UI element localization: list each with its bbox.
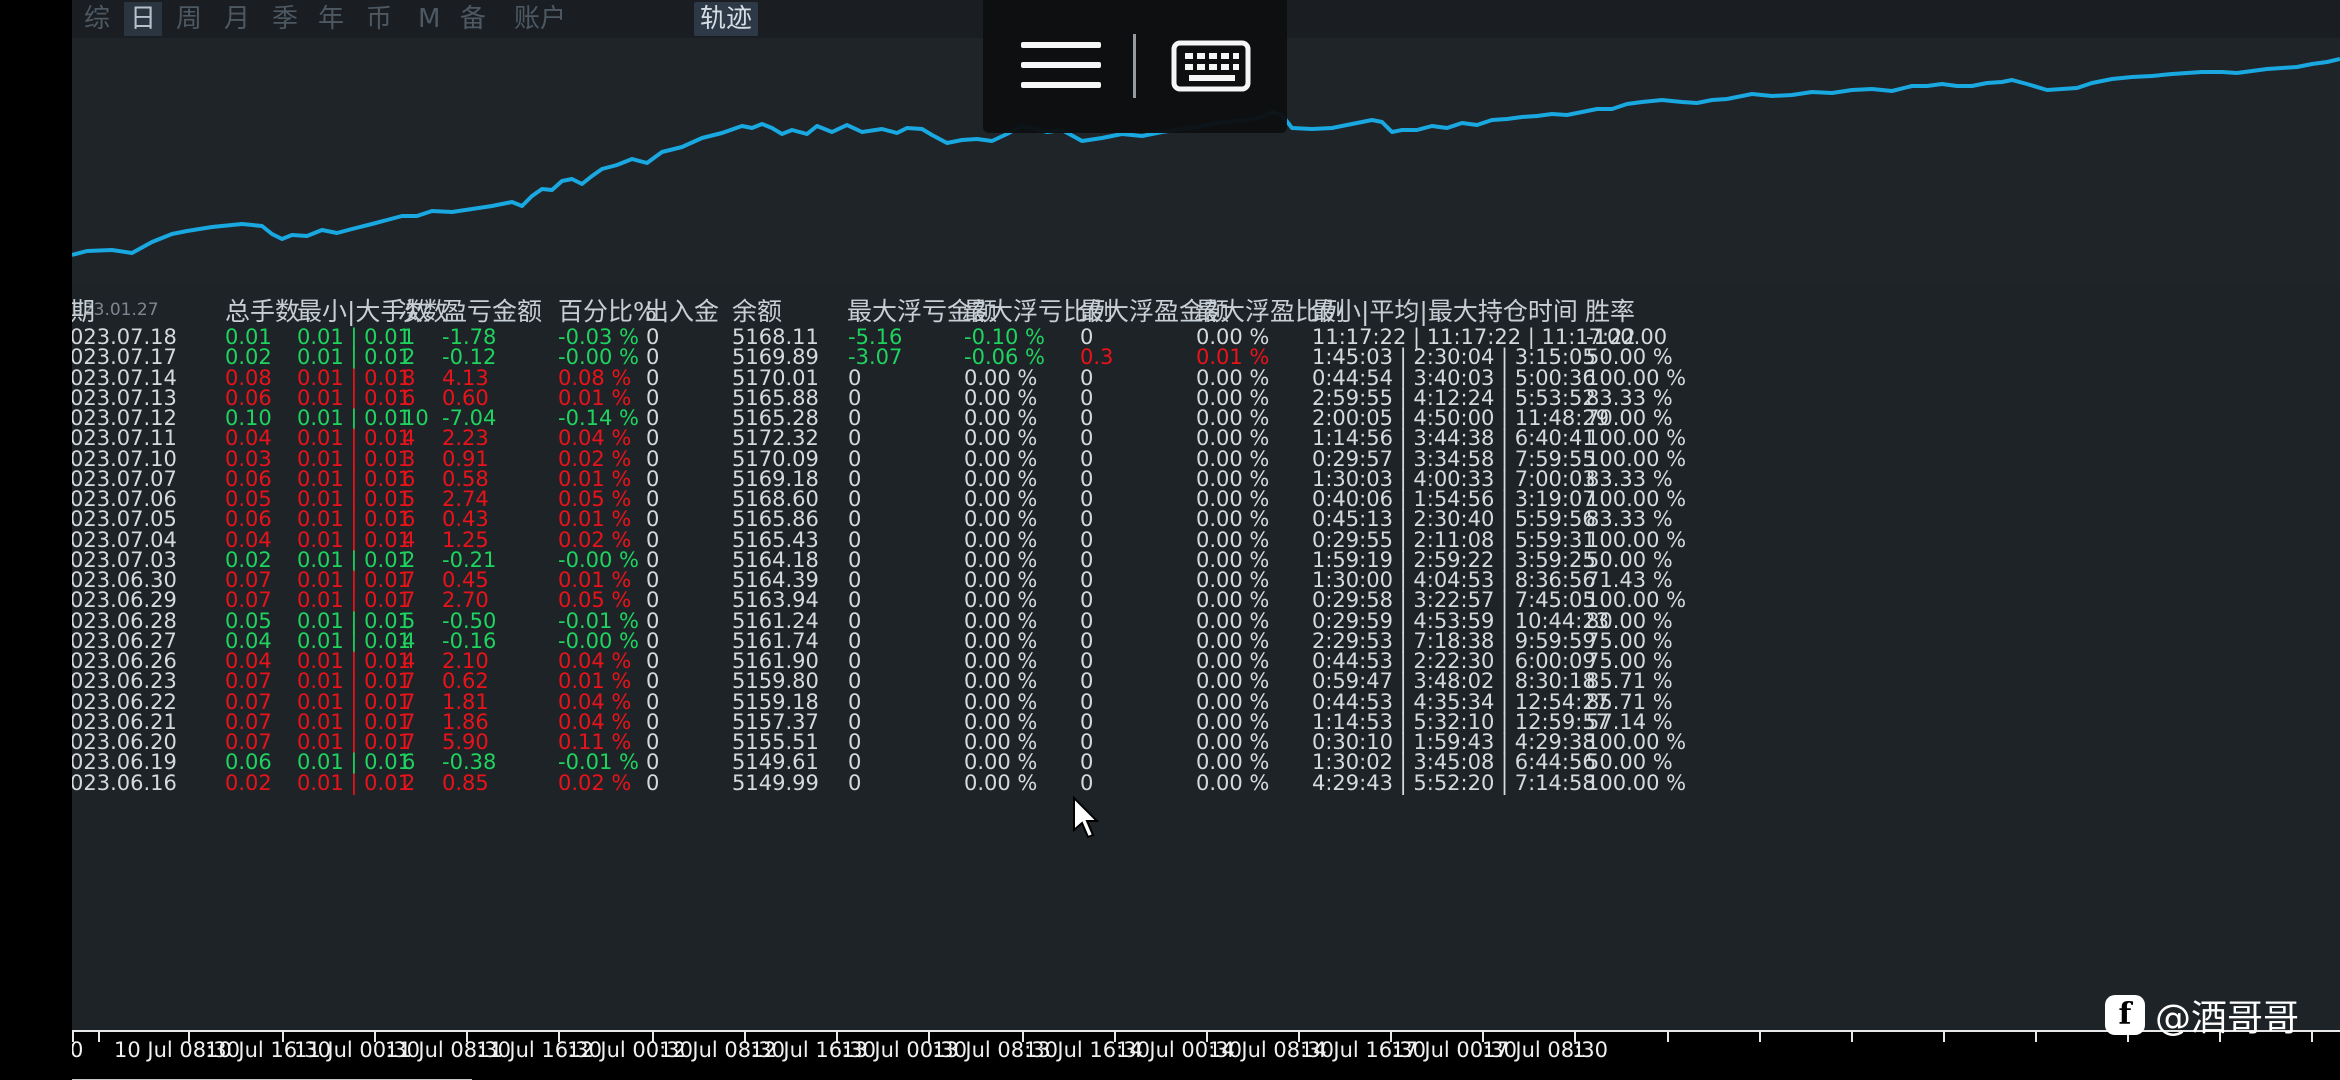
- period-tab-7[interactable]: M: [412, 2, 446, 36]
- period-tab-2[interactable]: 周: [170, 2, 208, 36]
- cell-inout: 0: [646, 770, 660, 795]
- time-axis-tick: [1851, 1032, 1853, 1042]
- facebook-logo-icon: f: [2105, 995, 2145, 1035]
- cell-count: 2: [402, 770, 416, 795]
- stats-table-body[interactable]: 023.07.18 0.01 0.01 | 0.01 1 -1.78 -0.03 % 0 51…: [72, 323, 2340, 1029]
- mouse-cursor-icon: [1073, 796, 1100, 839]
- time-axis-tick: [1759, 1032, 1761, 1042]
- cell-date: 023.06.16: [72, 770, 177, 795]
- cell-pnl: 0.85: [442, 770, 489, 795]
- period-tab-6[interactable]: 币: [360, 2, 398, 36]
- period-tab-9[interactable]: 账户: [508, 2, 572, 36]
- period-tab-4[interactable]: 季: [266, 2, 304, 36]
- period-tab-3[interactable]: 月: [218, 2, 256, 36]
- cell-hold: 4:29:43 | 5:52:20 | 7:14:58: [1312, 770, 1596, 795]
- stats-table-header: 期总手数 最小|大手数 次数 盈亏金额 百分比% 出入金 余额 最大浮亏金额 最大浮亏比例 最大浮…: [72, 288, 2340, 326]
- time-axis-tick: [2311, 1032, 2313, 1042]
- cell-maxloss_pct: 0.00 %: [964, 770, 1038, 795]
- track-button[interactable]: 轨迹: [694, 2, 759, 36]
- period-tab-8[interactable]: 备: [454, 2, 492, 36]
- period-tab-1[interactable]: 日: [124, 2, 163, 36]
- time-axis-tick: [1667, 1032, 1669, 1042]
- overlay-divider: [1133, 34, 1136, 98]
- hamburger-menu-icon[interactable]: [1021, 42, 1101, 88]
- left-black-bar: [0, 0, 72, 1080]
- watermark: f @酒哥哥: [2105, 990, 2299, 1040]
- cell-win: 100.00 %: [1586, 770, 1687, 795]
- cell-minmax: 0.01 | 0.01: [297, 770, 411, 795]
- period-tab-0[interactable]: 综: [78, 2, 116, 36]
- time-axis-tick: [98, 1032, 100, 1042]
- cell-maxprofit_pct: 0.00 %: [1196, 770, 1270, 795]
- time-axis-label: 17 Jul 08:30: [1482, 1038, 1608, 1062]
- period-tab-5[interactable]: 年: [312, 2, 350, 36]
- time-axis-tick: [1943, 1032, 1945, 1042]
- cell-maxloss: 0: [848, 770, 862, 795]
- cell-maxprofit: 0: [1080, 770, 1094, 795]
- watermark-text: @酒哥哥: [2155, 998, 2300, 1039]
- time-axis[interactable]: 0 10 Jul 08:30 10 Jul 16:30 11 Jul 00:30 11 …: [72, 1030, 2340, 1080]
- table-row[interactable]: 023.06.16 0.02 0.01 | 0.01 2 0.85 0.02 % 0 5149…: [72, 769, 2340, 799]
- cell-balance: 5149.99: [732, 770, 819, 795]
- time-axis-label: 1: [1572, 1038, 1586, 1062]
- keyboard-icon[interactable]: [1171, 40, 1251, 92]
- input-overlay: [983, 0, 1287, 133]
- trading-stats-app: 综日周月季年币 M 备账户 轨迹 023.01.27 期总手数 最小|大手数 次数 盈亏金额…: [72, 0, 2340, 1080]
- cell-lots: 0.02: [225, 770, 272, 795]
- cell-pct: 0.02 %: [558, 770, 632, 795]
- time-axis-tick: [2035, 1032, 2037, 1042]
- time-axis-label: 0: [72, 1038, 84, 1062]
